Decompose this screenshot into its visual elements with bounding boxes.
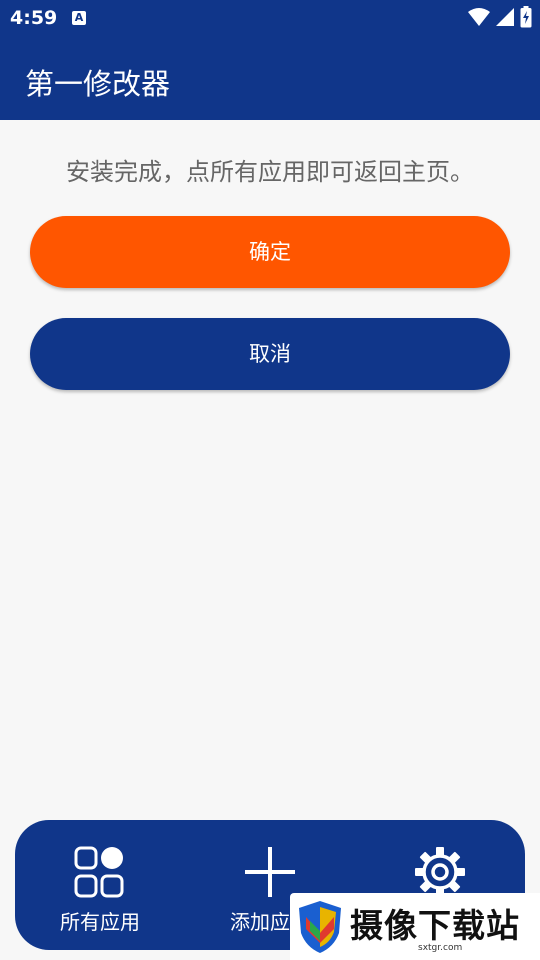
notification-icon: A	[72, 11, 86, 25]
watermark-overlay: 摄像下载站 sxtgr.com	[290, 893, 540, 960]
battery-icon	[520, 6, 532, 28]
gear-icon	[415, 847, 465, 897]
app-bar: 第一修改器	[0, 36, 540, 120]
nav-item-all-apps[interactable]: 所有应用	[15, 820, 185, 950]
wifi-icon	[468, 8, 490, 26]
app-title: 第一修改器	[25, 67, 171, 101]
plus-icon	[245, 847, 295, 897]
status-bar: 4:59 A	[0, 0, 540, 36]
cancel-button[interactable]: 取消	[30, 318, 510, 390]
signal-icon	[496, 8, 514, 26]
status-time: 4:59	[10, 7, 58, 29]
status-icons	[468, 6, 532, 28]
apps-grid-icon	[74, 846, 124, 898]
shield-logo-icon	[299, 901, 341, 953]
nav-label: 所有应用	[60, 910, 140, 934]
install-complete-message: 安装完成，点所有应用即可返回主页。	[66, 158, 474, 186]
watermark-text: 摄像下载站	[350, 906, 520, 945]
confirm-button[interactable]: 确定	[30, 216, 510, 288]
watermark-url: sxtgr.com	[418, 943, 463, 953]
